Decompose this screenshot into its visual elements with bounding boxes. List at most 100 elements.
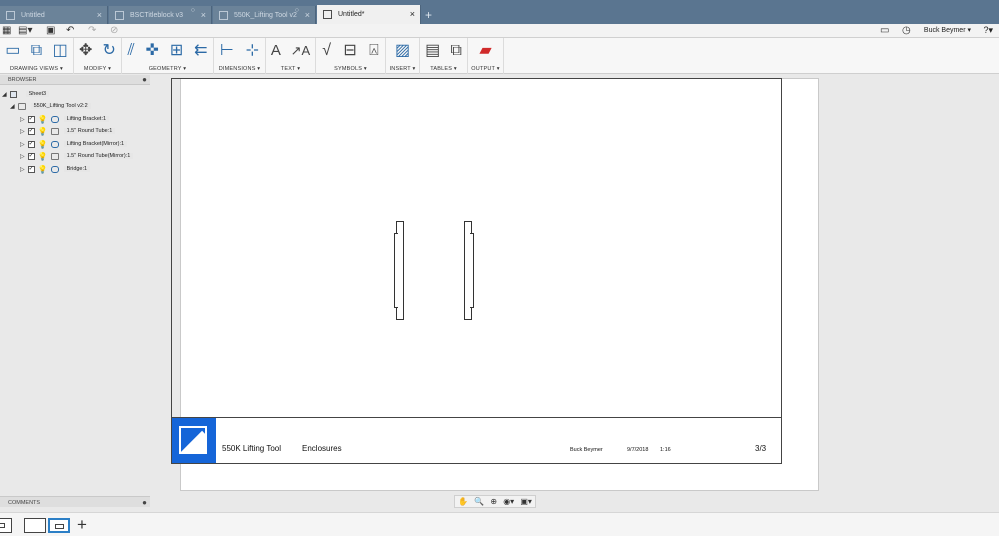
leader-icon[interactable]: ↗A [291,42,311,60]
zoom-window-icon[interactable]: ◉▾ [503,497,514,506]
expand-triangle-icon[interactable]: ▷ [20,153,25,160]
close-icon[interactable]: × [97,10,102,20]
datum-identifier-icon[interactable]: ⍓ [369,42,379,60]
document-tab[interactable]: Untitled × [0,6,108,24]
visibility-checkbox[interactable]: ✓ [27,165,35,173]
visibility-checkbox[interactable]: ✓ [27,115,35,123]
text-icon[interactable]: A [271,42,281,60]
ordinate-dimension-icon[interactable]: ⊹ [246,42,259,60]
pdf-export-icon[interactable]: ▰ [479,42,491,60]
projected-view-icon[interactable]: ⧉ [31,42,42,60]
lightbulb-icon[interactable]: 💡 [38,152,48,161]
ribbon-group-dimensions[interactable]: ⊢ ⊹ DIMENSIONS ▾ [214,38,266,74]
title-block-scale: 1:16 [660,447,671,453]
design-icon [219,10,228,20]
display-settings-icon[interactable]: ▣▾ [520,497,532,506]
fit-icon[interactable]: ⊕ [490,497,497,506]
collapse-triangle-icon[interactable]: ◢ [10,103,15,110]
ribbon-group-insert[interactable]: ▨ INSERT ▾ [386,38,420,74]
pan-icon[interactable]: ✋ [458,497,468,506]
dimension-icon[interactable]: ⊢ [220,42,234,60]
ribbon-group-geometry[interactable]: ⫽ ✜ ⊞ ⇇ GEOMETRY ▾ [122,38,214,74]
tree-node-component[interactable]: ▷ ✓ 💡 1.5" Round Tube:1 [20,126,116,136]
ribbon-group-tables[interactable]: ▤ ⧉ TABLES ▾ [420,38,468,74]
ribbon-group-label[interactable]: INSERT ▾ [386,66,419,72]
centerline-icon[interactable]: ⫽ [127,42,134,60]
ribbon-group-drawing-views[interactable]: ▭ ⧉ ◫ DRAWING VIEWS ▾ [0,38,74,74]
ribbon-group-label[interactable]: DRAWING VIEWS ▾ [0,66,73,72]
title-block-title: 550K Lifting Tool [222,444,282,453]
sheet-thumbnail-1[interactable] [0,518,12,533]
add-sheet-icon[interactable]: + [77,516,87,534]
expand-triangle-icon[interactable]: ▷ [20,166,25,173]
new-tab-icon[interactable]: + [425,9,432,21]
edge-extension-icon[interactable]: ⇇ [194,42,207,60]
tree-node-component[interactable]: ▷ ✓ 💡 Lifting Bracket:1 [20,114,110,124]
table-icon[interactable]: ▤ [425,42,440,60]
feature-control-frame-icon[interactable]: ⊟ [343,42,356,60]
lightbulb-icon[interactable]: 💡 [38,140,48,149]
collapse-triangle-icon[interactable]: ◢ [2,91,7,98]
balloon-icon[interactable]: ⧉ [450,42,461,60]
title-block[interactable] [171,417,782,464]
document-tab[interactable]: BSCTitleblock v3 ○ × [109,6,212,24]
visibility-checkbox[interactable]: ✓ [27,152,35,160]
tree-node-sheet[interactable]: ◢ Sheet3 [2,89,50,99]
user-menu[interactable]: Buck Beymer ▾ [924,26,971,34]
tree-node-component[interactable]: ▷ ✓ 💡 Lifting Bracket(Mirror):1 [20,139,128,149]
browser-panel-header[interactable]: BROWSER ● [0,75,150,85]
ribbon-group-label[interactable]: DIMENSIONS ▾ [214,66,265,72]
ribbon-group-label[interactable]: SYMBOLS ▾ [316,66,385,72]
visibility-checkbox[interactable]: ✓ [27,127,35,135]
document-tab[interactable]: 550K_Lifting Tool v2 ○ × [213,6,316,24]
close-icon[interactable]: × [410,9,415,19]
expand-triangle-icon[interactable]: ▷ [20,128,25,135]
lightbulb-icon[interactable]: 💡 [38,115,48,124]
ribbon-group-label[interactable]: TEXT ▾ [266,66,315,72]
expand-triangle-icon[interactable]: ▷ [20,116,25,123]
ribbon-group-label[interactable]: OUTPUT ▾ [468,66,503,72]
component-icon [50,115,59,123]
base-view-icon[interactable]: ▭ [5,42,20,60]
ribbon-group-modify[interactable]: ✥ ↻ MODIFY ▾ [74,38,122,74]
insert-image-icon[interactable]: ▨ [395,42,410,60]
file-menu-icon[interactable]: ▤▾ [18,25,32,37]
link-icon[interactable]: ⊘ [110,25,118,37]
comments-panel-header[interactable]: COMMENTS ● [0,496,150,507]
tree-node-component[interactable]: ▷ ✓ 💡 Bridge:1 [20,164,91,174]
ribbon-group-label[interactable]: TABLES ▾ [420,66,467,72]
lightbulb-icon[interactable]: 💡 [38,127,48,136]
redo-icon[interactable]: ↷ [88,25,96,37]
rotate-icon[interactable]: ↻ [103,42,116,60]
ribbon-group-text[interactable]: A ↗A TEXT ▾ [266,38,316,74]
zoom-icon[interactable]: 🔍 [474,497,484,506]
center-pattern-icon[interactable]: ⊞ [170,42,183,60]
ribbon-group-symbols[interactable]: √ ⊟ ⍓ SYMBOLS ▾ [316,38,386,74]
undo-icon[interactable]: ↶ [66,25,74,37]
expand-triangle-icon[interactable]: ▷ [20,141,25,148]
center-mark-icon[interactable]: ✜ [146,42,159,60]
data-panel-icon[interactable]: ▦ [2,25,11,37]
move-icon[interactable]: ✥ [79,42,92,60]
document-tab-active[interactable]: Untitled* × [317,5,421,24]
lightbulb-icon[interactable]: 💡 [38,165,48,174]
panel-options-icon[interactable]: ● [142,498,147,507]
tab-label: Untitled* [338,11,365,18]
surface-texture-icon[interactable]: √ [322,42,331,60]
save-icon[interactable]: ▣ [46,25,55,37]
tree-node-document[interactable]: ◢ 550K_Lifting Tool v2:2 [10,101,91,111]
ribbon-group-label[interactable]: MODIFY ▾ [74,66,121,72]
tree-node-component[interactable]: ▷ ✓ 💡 1.5" Round Tube(Mirror):1 [20,151,134,161]
panel-options-icon[interactable]: ● [142,75,147,84]
close-icon[interactable]: × [201,10,206,20]
close-icon[interactable]: × [305,10,310,20]
section-view-icon[interactable]: ◫ [53,42,68,60]
ribbon-group-label[interactable]: GEOMETRY ▾ [122,66,213,72]
notifications-icon[interactable]: ▭ [880,25,889,36]
help-icon[interactable]: ?▾ [983,25,993,36]
job-status-icon[interactable]: ◷ [902,25,911,36]
ribbon-group-output[interactable]: ▰ OUTPUT ▾ [468,38,504,74]
sheet-thumbnail-2[interactable] [24,518,46,533]
sheet-thumbnail-3[interactable] [48,518,70,533]
visibility-checkbox[interactable]: ✓ [27,140,35,148]
